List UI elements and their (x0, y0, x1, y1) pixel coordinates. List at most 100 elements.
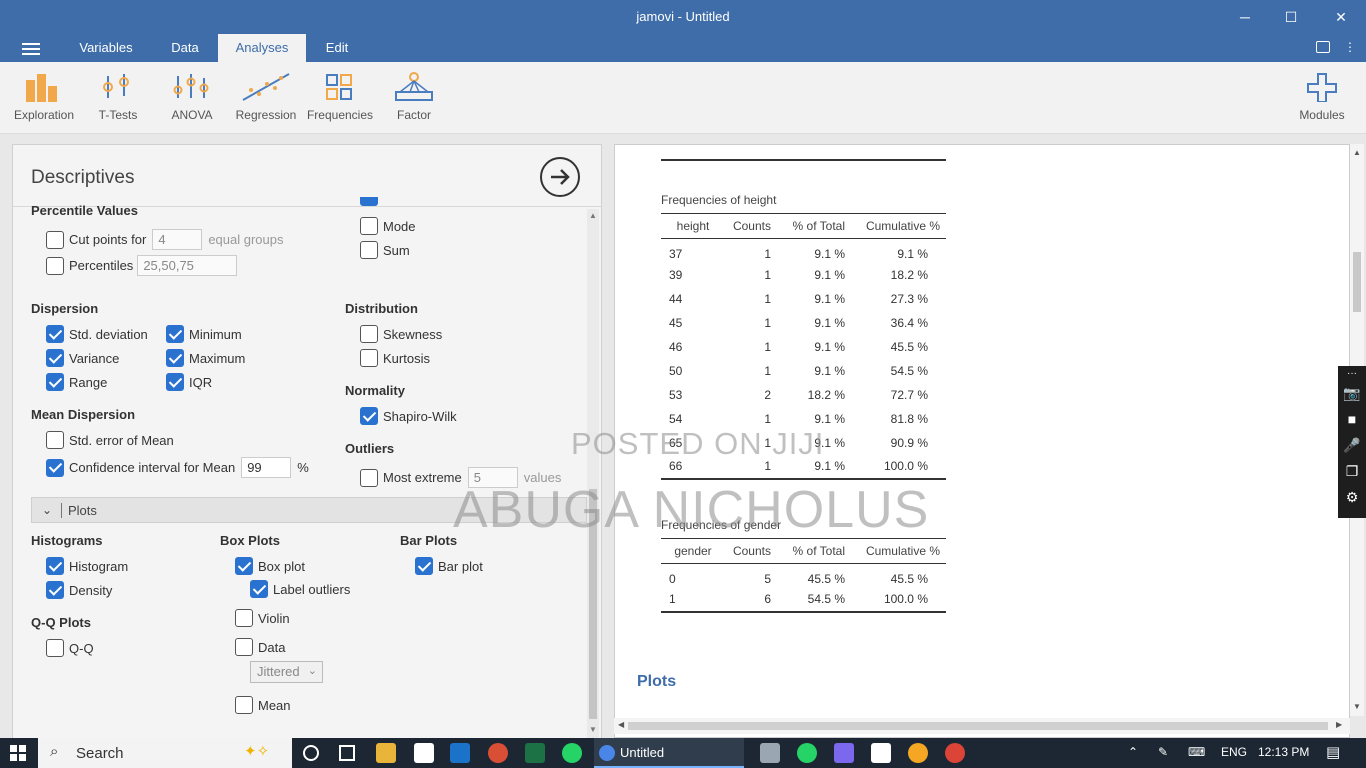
percentiles-checkbox[interactable] (46, 256, 64, 275)
factor-button[interactable]: Factor (379, 72, 449, 122)
chevron-up-icon[interactable]: ⌃ (1128, 745, 1138, 759)
sum-option[interactable]: Sum (360, 241, 410, 259)
jitter-select[interactable]: Jittered ⌄ (250, 661, 323, 683)
cut-points-checkbox[interactable] (46, 230, 64, 249)
cut-points-input[interactable]: 4 (152, 229, 203, 250)
scroll-down-icon[interactable]: ▼ (589, 725, 597, 734)
tab-variables[interactable]: Variables (66, 34, 146, 62)
box-plot-checkbox[interactable] (235, 557, 253, 575)
variance-option[interactable]: Variance (46, 349, 119, 367)
range-option[interactable]: Range (46, 373, 107, 391)
teams-icon[interactable] (450, 743, 470, 763)
std-deviation-option[interactable]: Std. deviation (46, 325, 148, 343)
sum-checkbox[interactable] (360, 241, 378, 259)
excel-icon[interactable] (525, 743, 545, 763)
percentiles-input[interactable]: 25,50,75 (137, 255, 238, 276)
violin-checkbox[interactable] (235, 609, 253, 627)
microphone-icon[interactable]: 🎤 (1338, 432, 1366, 458)
label-outliers-option[interactable]: Label outliers (250, 580, 350, 598)
more-icon[interactable]: ··· (1338, 366, 1366, 380)
skewness-checkbox[interactable] (360, 325, 378, 343)
cut-points-option[interactable]: Cut points for 4 equal groups (46, 229, 284, 250)
exploration-button[interactable]: Exploration (9, 72, 79, 122)
minimum-option[interactable]: Minimum (166, 325, 242, 343)
clipped-checkbox[interactable] (360, 197, 378, 206)
scroll-left-icon[interactable]: ◀ (618, 720, 624, 729)
mode-option[interactable]: Mode (360, 217, 416, 235)
copilot-icon[interactable] (834, 743, 854, 763)
store-icon[interactable] (414, 743, 434, 763)
mean-plot-option[interactable]: Mean (235, 696, 291, 714)
pen-icon[interactable]: ✎ (1158, 745, 1168, 759)
task-view-icon[interactable] (339, 745, 355, 761)
density-option[interactable]: Density (46, 581, 112, 599)
hamburger-menu-icon[interactable] (22, 43, 40, 55)
scroll-up-icon[interactable]: ▲ (589, 211, 597, 220)
mean-plot-checkbox[interactable] (235, 696, 253, 714)
results-horizontal-scrollbar[interactable]: ◀ ▶ (614, 718, 1350, 734)
taskbar-jamovi-untitled[interactable]: Untitled (594, 738, 744, 768)
frequencies-button[interactable]: Frequencies (305, 72, 375, 122)
tab-data[interactable]: Data (156, 34, 214, 62)
whatsapp-icon[interactable] (797, 743, 817, 763)
scrollbar-thumb[interactable] (1353, 252, 1361, 312)
std-error-option[interactable]: Std. error of Mean (46, 431, 174, 449)
layout-toggle-icon[interactable] (1316, 41, 1330, 53)
percentiles-option[interactable]: Percentiles 25,50,75 (46, 255, 238, 276)
shapiro-wilk-checkbox[interactable] (360, 407, 378, 425)
label-outliers-checkbox[interactable] (250, 580, 268, 598)
std-deviation-checkbox[interactable] (46, 325, 64, 343)
document-icon[interactable] (871, 743, 891, 763)
variance-checkbox[interactable] (46, 349, 64, 367)
bar-plot-checkbox[interactable] (415, 557, 433, 575)
minimum-checkbox[interactable] (166, 325, 184, 343)
maximum-checkbox[interactable] (166, 349, 184, 367)
ci-mean-checkbox[interactable] (46, 458, 64, 477)
options-scrollbar[interactable]: ▲ ▼ (587, 209, 599, 739)
minimize-button[interactable]: ─ (1222, 0, 1268, 34)
language-indicator[interactable]: ENG (1221, 745, 1247, 759)
bar-plot-option[interactable]: Bar plot (415, 557, 483, 575)
taskbar-search[interactable]: ⌕ Search ✦✧ (38, 738, 292, 768)
density-checkbox[interactable] (46, 581, 64, 599)
most-extreme-checkbox[interactable] (360, 468, 378, 487)
t-tests-button[interactable]: T-Tests (83, 72, 153, 122)
scroll-up-icon[interactable]: ▲ (1353, 148, 1361, 157)
histogram-checkbox[interactable] (46, 557, 64, 575)
keyboard-icon[interactable]: ⌨ (1188, 745, 1205, 759)
regression-button[interactable]: Regression (231, 72, 301, 122)
browser-icon[interactable] (908, 743, 928, 763)
calculator-icon[interactable] (760, 743, 780, 763)
iqr-checkbox[interactable] (166, 373, 184, 391)
ci-mean-option[interactable]: Confidence interval for Mean 99 % (46, 457, 309, 478)
camera-icon[interactable]: 📷 (1338, 380, 1366, 406)
mode-checkbox[interactable] (360, 217, 378, 235)
qq-option[interactable]: Q-Q (46, 639, 94, 657)
window-icon[interactable]: ❐ (1338, 458, 1366, 484)
anova-button[interactable]: ANOVA (157, 72, 227, 122)
scroll-right-icon[interactable]: ▶ (1336, 720, 1342, 729)
box-plot-option[interactable]: Box plot (235, 557, 305, 575)
scrollbar-thumb[interactable] (628, 722, 1328, 730)
skewness-option[interactable]: Skewness (360, 325, 442, 343)
qq-checkbox[interactable] (46, 639, 64, 657)
maximum-option[interactable]: Maximum (166, 349, 245, 367)
clock[interactable]: 12:13 PM (1258, 745, 1309, 759)
kurtosis-option[interactable]: Kurtosis (360, 349, 430, 367)
video-icon[interactable]: ■ (1338, 406, 1366, 432)
more-menu-icon[interactable]: ⋮ (1344, 40, 1356, 54)
shapiro-wilk-option[interactable]: Shapiro-Wilk (360, 407, 457, 425)
iqr-option[interactable]: IQR (166, 373, 212, 391)
kurtosis-checkbox[interactable] (360, 349, 378, 367)
violin-option[interactable]: Violin (235, 609, 290, 627)
data-checkbox[interactable] (235, 638, 253, 656)
windows-start-icon[interactable] (10, 745, 26, 761)
settings-gear-icon[interactable]: ⚙ (1338, 484, 1366, 510)
histogram-option[interactable]: Histogram (46, 557, 128, 575)
close-options-arrow-icon[interactable] (540, 157, 580, 197)
file-explorer-icon[interactable] (376, 743, 396, 763)
modules-button[interactable]: Modules (1287, 72, 1357, 122)
app-icon[interactable] (488, 743, 508, 763)
range-checkbox[interactable] (46, 373, 64, 391)
tab-analyses[interactable]: Analyses (218, 34, 306, 62)
